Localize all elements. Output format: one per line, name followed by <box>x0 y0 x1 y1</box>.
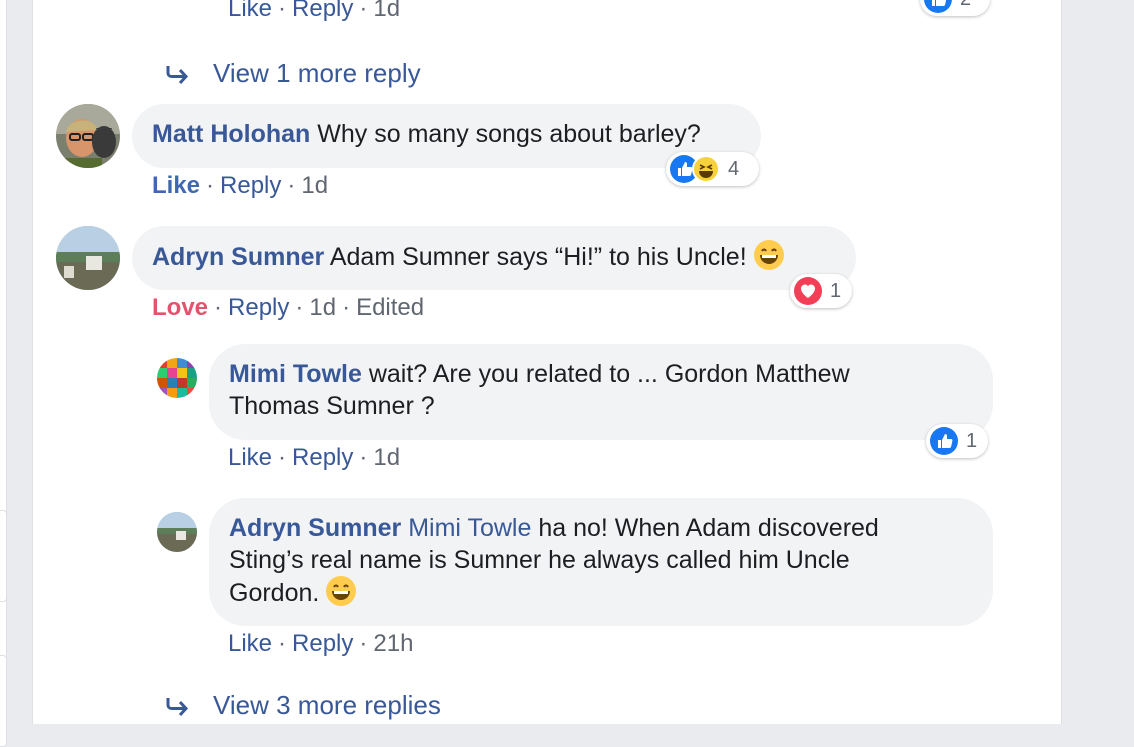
view-more-replies[interactable]: View 3 more replies <box>163 690 441 721</box>
avatar[interactable] <box>56 104 120 168</box>
comment-actions: Like · Reply · 21h <box>228 630 414 657</box>
reply-bubble: Mimi Towle wait? Are you related to ... … <box>209 344 993 440</box>
like-icon <box>930 427 958 455</box>
view-more-label: View 1 more reply <box>213 58 421 88</box>
like-link[interactable]: Like <box>228 630 272 657</box>
comment-actions: Love · Reply · 1d · Edited <box>152 294 425 321</box>
reply-bubble: Adryn Sumner Mimi Towle ha no! When Adam… <box>209 498 993 626</box>
love-link[interactable]: Love <box>152 294 208 321</box>
grinning-emoji-icon <box>326 576 357 606</box>
grinning-emoji-icon <box>753 240 784 270</box>
comment-author[interactable]: Adryn Sumner <box>152 243 324 271</box>
comment-text-line: Thomas Sumner ? <box>229 392 435 420</box>
love-icon <box>794 277 822 305</box>
avatar[interactable] <box>157 512 197 552</box>
view-more-replies[interactable]: View 1 more reply <box>163 58 421 89</box>
haha-icon <box>692 155 720 183</box>
timestamp[interactable]: 21h <box>373 630 413 657</box>
left-panel-tab <box>0 655 7 747</box>
comment-text: Why so many songs about barley? <box>317 120 701 148</box>
reply-link[interactable]: Reply <box>292 630 353 657</box>
reaction-summary[interactable]: 1 <box>790 274 852 308</box>
comment-author[interactable]: Adryn Sumner <box>229 514 401 542</box>
like-link[interactable]: Like <box>228 0 272 22</box>
edited-label[interactable]: Edited <box>356 294 424 321</box>
mention-link[interactable]: Mimi Towle <box>408 514 531 542</box>
reply-link[interactable]: Reply <box>228 294 289 321</box>
timestamp[interactable]: 1d <box>301 172 328 199</box>
comment-author[interactable]: Matt Holohan <box>152 120 310 148</box>
left-panel-edge <box>0 0 7 724</box>
comment-section: Like·Reply·1d 2 View 1 more reply Matt H… <box>32 0 1062 724</box>
reply-link[interactable]: Reply <box>292 0 353 22</box>
like-icon <box>924 0 952 13</box>
reaction-summary[interactable]: 2 <box>920 0 990 16</box>
timestamp[interactable]: 1d <box>309 294 336 321</box>
comment-actions: Like · Reply · 1d <box>228 0 400 23</box>
timestamp[interactable]: 1d <box>373 0 400 22</box>
comment-text-line: ha no! When Adam discovered <box>538 514 879 542</box>
comment-text-line: Sting’s real name is Sumner he always ca… <box>229 546 850 574</box>
reply-link[interactable]: Reply <box>292 444 353 471</box>
reaction-count: 1 <box>966 429 978 452</box>
comment-bubble: Adryn Sumner Adam Sumner says “Hi!” to h… <box>132 226 856 290</box>
comment-bubble: Matt Holohan Why so many songs about bar… <box>132 104 761 168</box>
reaction-summary[interactable]: 1 <box>926 424 988 458</box>
reaction-summary[interactable]: 4 <box>666 152 759 186</box>
reaction-count: 1 <box>830 279 842 302</box>
like-link[interactable]: Like <box>152 172 200 199</box>
comment-actions: Like · Reply · 1d <box>228 444 401 471</box>
comment-text-line: wait? Are you related to ... Gordon Matt… <box>368 360 850 388</box>
comment-actions: Like · Reply · 1d <box>152 172 329 199</box>
comment-text-line: Gordon. <box>229 579 320 607</box>
like-link[interactable]: Like <box>228 444 272 471</box>
timestamp[interactable]: 1d <box>373 444 400 471</box>
reaction-count: 2 <box>960 0 971 11</box>
reaction-count: 4 <box>728 157 740 180</box>
avatar[interactable] <box>157 358 197 398</box>
reply-link[interactable]: Reply <box>220 172 281 199</box>
view-more-label: View 3 more replies <box>213 690 441 720</box>
avatar[interactable] <box>56 226 120 290</box>
reply-arrow-icon <box>166 65 189 84</box>
comment-author[interactable]: Mimi Towle <box>229 360 362 388</box>
comment-text: Adam Sumner says “Hi!” to his Uncle! <box>329 243 747 271</box>
left-panel-tab <box>0 510 7 602</box>
reply-arrow-icon <box>166 697 189 716</box>
